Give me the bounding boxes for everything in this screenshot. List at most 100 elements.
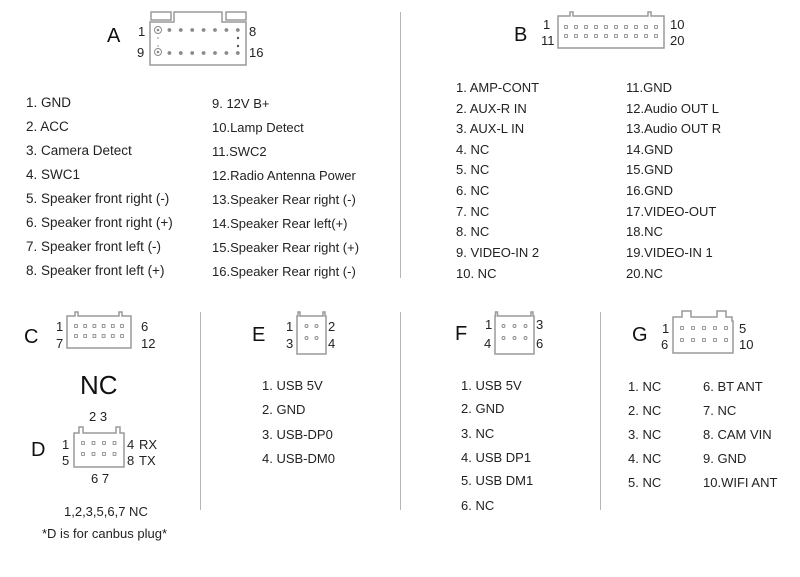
pin-socket bbox=[691, 338, 695, 342]
pin-b-11: 11.GND bbox=[626, 80, 672, 95]
pin-f-3: 3. NC bbox=[461, 426, 495, 441]
connector-d-tx-label: TX bbox=[139, 453, 156, 468]
pin-socket bbox=[624, 25, 628, 29]
pin-a-16: 16.Speaker Rear right (-) bbox=[212, 264, 356, 279]
pin-socket bbox=[584, 25, 588, 29]
pin-socket bbox=[634, 34, 638, 38]
pin-b-10: 10. NC bbox=[456, 266, 497, 281]
pin-g-8: 8. CAM VIN bbox=[703, 427, 772, 442]
pin-socket bbox=[81, 452, 85, 456]
pin-socket bbox=[654, 34, 658, 38]
pin-b-19: 19.VIDEO-IN 1 bbox=[626, 245, 713, 260]
connector-c-status: NC bbox=[80, 370, 118, 400]
pin-g-1: 1. NC bbox=[628, 379, 662, 394]
pin-socket bbox=[644, 34, 648, 38]
connector-d-diagram bbox=[73, 426, 125, 468]
pin-socket bbox=[92, 324, 97, 328]
pin-socket bbox=[691, 326, 695, 330]
pin-socket bbox=[564, 25, 568, 29]
pin-socket bbox=[724, 338, 728, 342]
pin-socket bbox=[713, 326, 717, 330]
pin-a-11: 11.SWC2 bbox=[212, 144, 267, 159]
pin-g-3: 3. NC bbox=[628, 427, 662, 442]
pin-socket bbox=[614, 25, 618, 29]
divider-bottom-1 bbox=[200, 312, 201, 510]
pin-socket bbox=[91, 441, 96, 445]
pin-a-14: 14.Speaker Rear left(+) bbox=[212, 216, 348, 231]
pin-socket bbox=[594, 25, 598, 29]
pin-socket bbox=[604, 34, 608, 38]
pin-socket bbox=[167, 28, 172, 32]
pin-g-9: 9. GND bbox=[703, 451, 747, 466]
connector-e-pin-bottom-left: 3 bbox=[286, 336, 294, 351]
connector-d-pin-top-right: 4 bbox=[127, 437, 135, 452]
connector-d-pin-top-left: 1 bbox=[62, 437, 70, 452]
pin-a-6: 6. Speaker front right (+) bbox=[26, 215, 173, 230]
pin-socket bbox=[74, 334, 78, 338]
pin-socket bbox=[201, 51, 206, 55]
connector-c-letter: C bbox=[24, 326, 39, 348]
connector-a-diagram bbox=[149, 11, 247, 66]
pin-socket bbox=[110, 324, 115, 328]
pin-socket bbox=[624, 34, 628, 38]
pin-socket bbox=[304, 324, 309, 328]
pin-socket bbox=[224, 51, 229, 55]
connector-a-pin-bottom-right: 16 bbox=[249, 45, 264, 60]
pin-socket bbox=[680, 338, 684, 342]
pin-a-1: 1. GND bbox=[26, 95, 72, 110]
pin-g-5: 5. NC bbox=[628, 475, 662, 490]
pin-f-5: 5. USB DM1 bbox=[461, 473, 534, 488]
connector-d-letter: D bbox=[31, 439, 46, 461]
pin-socket bbox=[101, 324, 106, 328]
pin-socket bbox=[101, 334, 106, 338]
connector-a-pin-top-left: 1 bbox=[138, 24, 146, 39]
pin-socket bbox=[314, 324, 319, 328]
connector-c-diagram bbox=[66, 311, 132, 349]
pin-socket bbox=[190, 51, 195, 55]
pin-socket bbox=[167, 51, 172, 55]
connector-a-pin-top-right: 8 bbox=[249, 24, 257, 39]
pin-socket bbox=[594, 34, 598, 38]
pin-f-6: 6. NC bbox=[461, 498, 495, 513]
pin-socket bbox=[702, 326, 706, 330]
pin-socket bbox=[120, 334, 124, 338]
pin-socket bbox=[112, 441, 117, 445]
pin-socket bbox=[702, 338, 706, 342]
connector-b-pin-bottom-left: 11 bbox=[541, 33, 555, 48]
pin-socket bbox=[523, 336, 528, 340]
pin-socket bbox=[102, 452, 106, 456]
pin-socket bbox=[178, 51, 183, 55]
connector-e-letter: E bbox=[252, 324, 266, 346]
connector-g-letter: G bbox=[632, 324, 648, 346]
connector-g-pin-bottom-left: 6 bbox=[661, 337, 669, 352]
pin-b-18: 18.NC bbox=[626, 224, 663, 239]
connector-d-footnote: *D is for canbus plug* bbox=[42, 526, 168, 541]
pin-socket bbox=[102, 441, 106, 445]
pin-socket bbox=[501, 324, 506, 328]
connector-a-pin-bottom-left: 9 bbox=[137, 45, 145, 60]
pin-socket bbox=[74, 324, 78, 328]
pin-socket bbox=[91, 452, 96, 456]
pin-b-16: 16.GND bbox=[626, 183, 673, 198]
pin-socket bbox=[120, 324, 124, 328]
pin-a-4: 4. SWC1 bbox=[26, 167, 81, 182]
pin-a-2: 2. ACC bbox=[26, 119, 69, 134]
pin-f-4: 4. USB DP1 bbox=[461, 450, 532, 465]
connector-f-pin-top-right: 3 bbox=[536, 317, 544, 332]
connector-g-pin-top-left: 1 bbox=[662, 321, 670, 336]
pin-a-15: 15.Speaker Rear right (+) bbox=[212, 240, 360, 255]
pin-b-13: 13.Audio OUT R bbox=[626, 121, 722, 136]
pin-socket bbox=[644, 25, 648, 29]
pin-socket bbox=[304, 336, 309, 340]
connector-d-pin-bottom-labels: 6 7 bbox=[91, 471, 110, 486]
pin-socket bbox=[235, 51, 240, 55]
pin-g-6: 6. BT ANT bbox=[703, 379, 763, 394]
connector-b-pin-top-right: 10 bbox=[670, 17, 685, 32]
connector-g-pin-bottom-right: 10 bbox=[739, 337, 754, 352]
pin-socket bbox=[654, 25, 658, 29]
pin-e-1: 1. USB 5V bbox=[262, 378, 323, 393]
pin-socket bbox=[81, 441, 85, 445]
pin-b-14: 14.GND bbox=[626, 142, 673, 157]
pin-f-1: 1. USB 5V bbox=[461, 378, 522, 393]
pin-b-1: 1. AMP-CONT bbox=[456, 80, 540, 95]
